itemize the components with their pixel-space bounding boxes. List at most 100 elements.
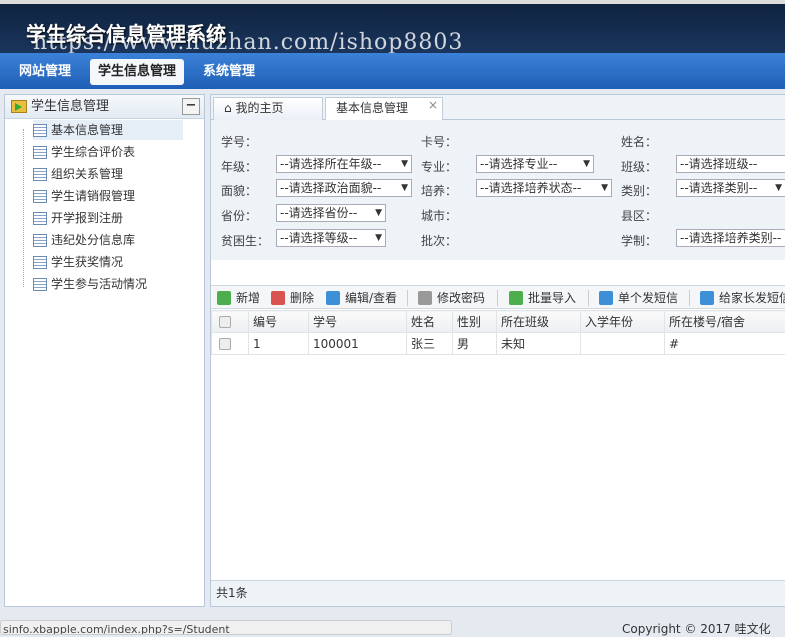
cell-class: 未知 — [497, 333, 581, 355]
batch-import-button[interactable]: 批量导入 — [509, 290, 576, 306]
label-batch: 批次： — [421, 232, 457, 249]
province-select[interactable]: --请选择省份-- ▼ — [276, 204, 386, 222]
nav-system-management[interactable]: 系统管理 — [195, 59, 263, 85]
label-grade: 年级： — [221, 158, 257, 175]
select-value: --请选择专业-- — [480, 157, 557, 171]
class-select[interactable]: --请选择班级-- — [676, 155, 785, 173]
dropdown-arrow-icon: ▼ — [601, 180, 608, 196]
cell-dorm: # — [665, 333, 785, 355]
row-checkbox[interactable] — [212, 333, 249, 355]
grade-select[interactable]: --请选择所在年级-- ▼ — [276, 155, 412, 173]
col-number[interactable]: 编号 — [249, 311, 309, 333]
puzzle-icon — [418, 291, 432, 305]
send-sms-button[interactable]: 单个发短信 — [599, 290, 678, 306]
col-class[interactable]: 所在班级 — [497, 311, 581, 333]
select-all-checkbox[interactable] — [212, 311, 249, 333]
top-nav: 网站管理 学生信息管理 系统管理 — [0, 53, 785, 89]
select-value: --请选择类别-- — [680, 181, 757, 195]
select-value: --请选择培养类别-- — [680, 231, 781, 245]
edit-button[interactable]: 编辑/查看 — [326, 290, 397, 306]
label-class: 班级： — [621, 158, 657, 175]
select-value: --请选择政治面貌-- — [280, 181, 381, 195]
record-count: 共1条 — [211, 580, 785, 606]
sidebar-header: 学生信息管理 − — [5, 95, 204, 119]
dropdown-arrow-icon: ▼ — [401, 156, 408, 172]
table-row[interactable]: 1 100001 张三 男 未知 # — [212, 333, 785, 355]
tab-label: 我的主页 — [235, 101, 283, 115]
sidebar-item-activities[interactable]: 学生参与活动情况 — [33, 274, 183, 294]
label-poverty: 贫困生： — [221, 232, 269, 249]
tab-label: 基本信息管理 — [336, 101, 408, 115]
delete-icon — [271, 291, 285, 305]
sidebar-item-awards[interactable]: 学生获奖情况 — [33, 252, 183, 272]
student-table: 编号 学号 姓名 性别 所在班级 入学年份 所在楼号/宿舍 1 100001 张… — [211, 310, 785, 355]
major-select[interactable]: --请选择专业-- ▼ — [476, 155, 594, 173]
divider — [407, 290, 408, 306]
close-icon[interactable]: × — [428, 95, 438, 116]
col-student-id[interactable]: 学号 — [309, 311, 407, 333]
main-panel: ⌂ 我的主页 基本信息管理 × 学号： 卡号： 姓名： 年级： 专业： 班级： 面… — [210, 94, 785, 607]
sidebar-item-discipline[interactable]: 违纪处分信息库 — [33, 230, 183, 250]
sidebar-item-organization[interactable]: 组织关系管理 — [33, 164, 183, 184]
cell-name: 张三 — [407, 333, 453, 355]
dropdown-arrow-icon: ▼ — [375, 205, 382, 221]
dropdown-arrow-icon: ▼ — [375, 230, 382, 246]
select-value: --请选择省份-- — [280, 206, 357, 220]
label-politics: 面貌： — [221, 182, 257, 199]
select-value: --请选择所在年级-- — [280, 157, 381, 171]
button-label: 单个发短信 — [618, 291, 678, 305]
copyright: Copyright © 2017 哇文化 — [622, 620, 771, 637]
delete-button[interactable]: 删除 — [271, 290, 314, 306]
collapse-button[interactable]: − — [182, 98, 200, 115]
label-city: 城市： — [421, 207, 457, 224]
sidebar-item-basic-info[interactable]: 基本信息管理 — [33, 120, 183, 140]
label-card-no: 卡号： — [421, 133, 457, 150]
dropdown-arrow-icon: ▼ — [775, 180, 782, 196]
category-select[interactable]: --请选择类别-- ▼ — [676, 179, 785, 197]
sidebar-item-leave[interactable]: 学生请销假管理 — [33, 186, 183, 206]
header: 学生综合信息管理系统 https://www.huzhan.com/ishop8… — [0, 0, 785, 53]
divider — [497, 290, 498, 306]
cell-student-id: 100001 — [309, 333, 407, 355]
sidebar-item-registration[interactable]: 开学报到注册 — [33, 208, 183, 228]
button-label: 修改密码 — [437, 291, 485, 305]
politics-select[interactable]: --请选择政治面貌--▼ — [276, 179, 412, 197]
col-dorm[interactable]: 所在楼号/宿舍 — [665, 311, 785, 333]
poverty-select[interactable]: --请选择等级--▼ — [276, 229, 386, 247]
divider — [689, 290, 690, 306]
sidebar-title: 学生信息管理 — [31, 99, 109, 114]
col-gender[interactable]: 性别 — [453, 311, 497, 333]
label-student-id: 学号： — [221, 133, 257, 150]
col-enroll-year[interactable]: 入学年份 — [581, 311, 665, 333]
search-form: 学号： 卡号： 姓名： 年级： 专业： 班级： 面貌： 培养： 类别： 省份： … — [211, 120, 785, 260]
nav-student-info[interactable]: 学生信息管理 — [90, 59, 184, 85]
tab-basic-info[interactable]: 基本信息管理 × — [325, 97, 443, 121]
add-button[interactable]: 新增 — [217, 290, 260, 306]
cell-enroll-year — [581, 333, 665, 355]
edit-icon — [326, 291, 340, 305]
folder-icon — [11, 100, 27, 113]
dropdown-arrow-icon: ▼ — [583, 156, 590, 172]
button-label: 给家长发短信 — [719, 291, 785, 305]
col-name[interactable]: 姓名 — [407, 311, 453, 333]
training-select[interactable]: --请选择培养状态--▼ — [476, 179, 612, 197]
button-label: 批量导入 — [528, 291, 576, 305]
change-password-button[interactable]: 修改密码 — [418, 290, 485, 306]
label-county: 县区： — [621, 207, 657, 224]
edit-icon — [700, 291, 714, 305]
label-major: 专业： — [421, 158, 457, 175]
nav-site-management[interactable]: 网站管理 — [11, 59, 79, 85]
label-schooling: 学制： — [621, 232, 657, 249]
toolbar: 新增 删除 编辑/查看 修改密码 批量导入 单个发短信 给家长发短信 — [211, 285, 785, 309]
watermark: https://www.huzhan.com/ishop8803 — [33, 30, 463, 55]
label-name: 姓名： — [621, 133, 657, 150]
tab-home[interactable]: ⌂ 我的主页 — [213, 97, 323, 120]
edit-icon — [599, 291, 613, 305]
sidebar: 学生信息管理 − 基本信息管理 学生综合评价表 组织关系管理 学生请销假管理 开学… — [4, 94, 205, 607]
button-label: 删除 — [290, 291, 314, 305]
tab-bar: ⌂ 我的主页 基本信息管理 × — [211, 95, 785, 120]
schooling-select[interactable]: --请选择培养类别-- — [676, 229, 785, 247]
cell-gender: 男 — [453, 333, 497, 355]
send-parent-sms-button[interactable]: 给家长发短信 — [700, 290, 785, 306]
sidebar-item-evaluation[interactable]: 学生综合评价表 — [33, 142, 183, 162]
